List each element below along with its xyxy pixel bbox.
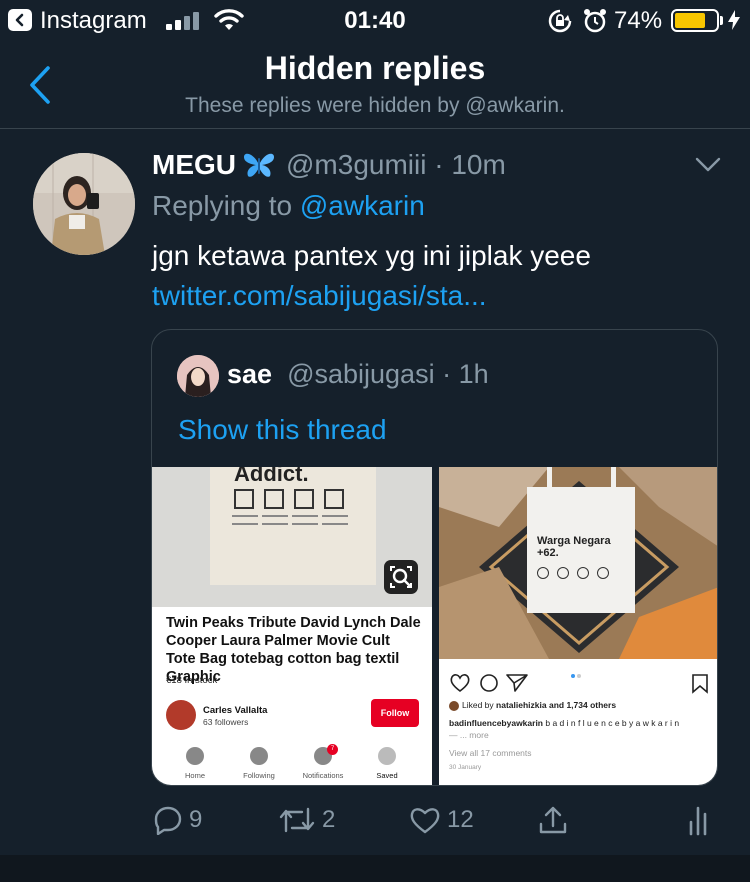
chevron-down-icon[interactable] [694,155,722,175]
nav-saved: Saved [352,747,422,780]
show-thread-link[interactable]: Show this thread [178,414,387,446]
nav-notifications: 7 Notifications [288,744,358,780]
handle-time-separator: · [426,149,452,180]
heart-icon [450,674,470,693]
reply-button[interactable]: 9 [153,800,202,840]
share-icon [539,806,567,834]
quoted-handle[interactable]: @sabijugasi [287,359,435,389]
analytics-button[interactable] [688,800,712,840]
caption-more: — ... more [449,730,489,740]
replying-mention[interactable]: @awkarin [300,190,425,221]
heart-icon [410,808,440,834]
nav-home-label: Home [184,771,205,780]
quoted-time: 1h [458,359,489,389]
comment-icon [480,674,498,692]
tweet-author-row: MEGU @m3gumiii · 10m [152,149,506,181]
battery-fill [675,13,705,28]
notification-badge: 7 [327,744,338,755]
product-price: €18 In stock [166,675,218,686]
send-icon [506,674,528,692]
instagram-action-icons [450,674,708,694]
bag-text: Warga Negara +62. [537,535,611,559]
battery-tip [720,16,723,25]
nav-following-label: Following [243,771,275,780]
tote-bag-photo: Warga Negara +62. [439,467,717,659]
like-button[interactable]: 12 [409,800,474,840]
profile-icon [378,747,396,765]
analytics-icon [689,806,707,836]
tote-bag-image: Addict. [210,467,376,585]
avatar[interactable] [33,153,135,255]
retweet-icon [279,807,315,833]
nav-notifications-label: Notifications [302,771,344,780]
quoted-separator: · [434,359,459,389]
tote-bag: Warga Negara +62. [527,487,635,613]
pinterest-icon [186,747,204,765]
view-comments: View all 17 comments [449,748,532,758]
seller-name: Carles Vallalta [203,705,268,716]
battery-percent: 74% [614,7,663,34]
tweet-actions: 9 2 12 [0,800,750,844]
bag-line-2: +62. [537,547,559,559]
pinterest-nav: Home Following 7 Notifications Saved [152,743,432,785]
bag-text: Addict. [234,467,309,486]
quoted-avatar[interactable] [177,355,219,397]
product-photo: Addict. [152,467,432,607]
post-date: 30 January [449,764,482,771]
quoted-display-name[interactable]: sae [227,359,272,389]
butterfly-icon [244,153,274,177]
lens-search-icon [384,560,418,594]
quoted-media-right[interactable]: Warga Negara +62. Liked by nataliehizkia … [439,467,717,785]
tweet-time: 10m [451,149,506,180]
seller-followers: 63 followers [203,717,249,727]
nav-following: Following [224,747,294,780]
liked-by-user: nataliehizkia [496,700,547,710]
rotation-lock-icon [548,9,572,33]
liked-by-prefix: Liked by [462,700,494,710]
replying-to: Replying to @awkarin [152,190,425,222]
charging-icon [728,10,740,30]
reply-count: 9 [189,806,203,833]
nav-saved-label: Saved [376,771,398,780]
seller-avatar [166,700,196,730]
caption-text: b a d i n f l u e n c e b y a w k a r i … [545,718,680,728]
bag-line-1: Warga Negara [537,535,611,547]
like-count: 12 [447,806,474,833]
quoted-media-left[interactable]: Addict. Twin Peaks Tribute David Lynch D… [152,467,432,785]
liker-avatar [449,700,459,711]
author-handle[interactable]: @m3gumiii [286,149,426,181]
bottom-bar [0,855,750,882]
liked-by-suffix: and 1,734 others [548,700,617,710]
caption-user: badinfluencebyawkarin [449,718,543,728]
bookmark-icon [692,674,708,694]
alarm-icon [584,9,606,33]
display-name[interactable]: MEGU [152,149,236,181]
header: Hidden replies These replies were hidden… [0,42,750,129]
quoted-author-row: sae @sabijugasi · 1h [227,359,489,390]
page-subtitle: These replies were hidden by @awkarin. [185,94,565,117]
people-icon [250,747,268,765]
follow-button: Follow [371,699,419,727]
liked-by: Liked by nataliehizkia and 1,734 others [449,700,616,711]
battery-icon [671,9,719,32]
page-title: Hidden replies [264,50,486,86]
retweet-count: 2 [322,806,336,833]
tweet-link[interactable]: twitter.com/sabijugasi/sta... [152,280,487,312]
reply-icon [154,806,182,835]
status-bar: Instagram 01:40 74% [0,0,750,42]
tweet-text: jgn ketawa pantex yg ini jiplak yeee [152,240,591,271]
share-button[interactable] [537,800,569,840]
post-caption: badinfluencebyawkarin b a d i n f l u e … [449,718,679,728]
nav-home: Home [160,747,230,780]
quoted-tweet-card[interactable]: sae @sabijugasi · 1h Show this thread Ad… [151,329,718,786]
replying-prefix: Replying to [152,190,293,221]
retweet-button[interactable]: 2 [278,800,335,840]
